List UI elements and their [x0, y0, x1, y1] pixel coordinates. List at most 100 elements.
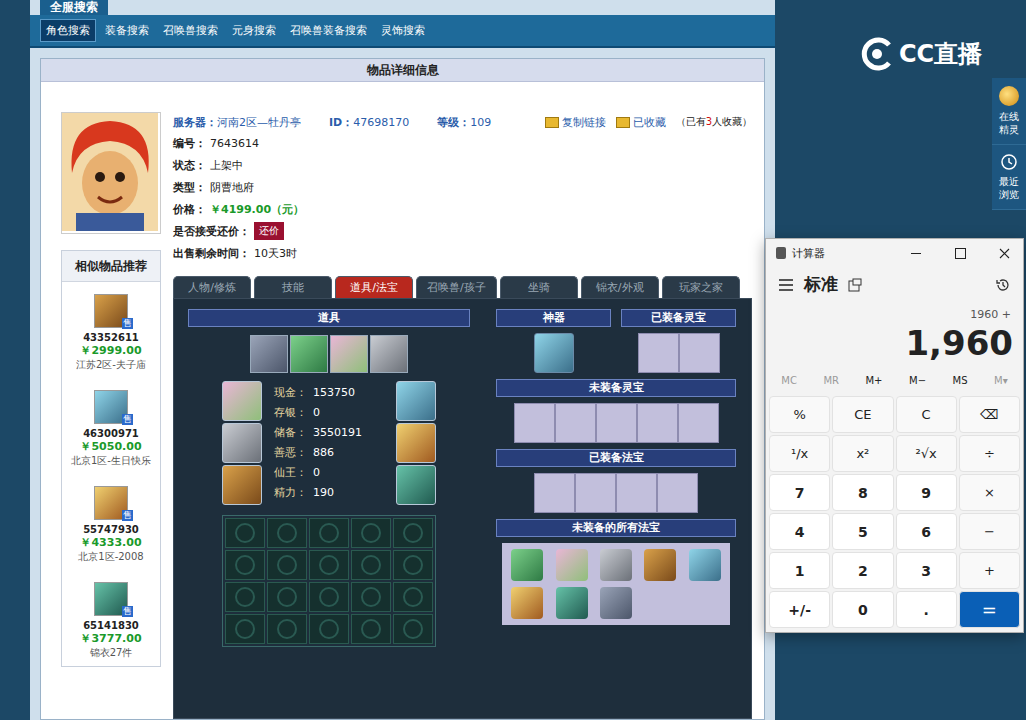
calc-key[interactable]: . — [896, 591, 957, 628]
detail-tab[interactable]: 人物/修炼 — [173, 276, 251, 298]
fabao-slot[interactable] — [534, 473, 575, 513]
calc-key[interactable]: 5 — [832, 513, 893, 550]
fabao-slot[interactable] — [684, 547, 726, 583]
nav-tab[interactable]: 角色搜索 — [40, 19, 96, 42]
lingbao-slot[interactable] — [637, 403, 678, 443]
fabao-slot[interactable] — [639, 547, 681, 583]
detail-tab[interactable]: 坐骑 — [500, 276, 578, 298]
memory-button[interactable]: MS — [953, 375, 968, 386]
equip-slot[interactable] — [396, 465, 436, 505]
calc-key[interactable]: ²√x — [896, 435, 957, 472]
calculator-titlebar[interactable]: 计算器 — [766, 239, 1023, 267]
calc-key[interactable]: % — [769, 396, 830, 433]
bag-slot[interactable] — [351, 582, 391, 612]
bag-slot[interactable] — [393, 550, 433, 580]
nav-tab[interactable]: 召唤兽搜索 — [158, 20, 223, 41]
fabao-slot[interactable] — [506, 547, 548, 583]
calc-key[interactable]: +/- — [769, 591, 830, 628]
bag-slot[interactable] — [309, 582, 349, 612]
side-tool[interactable]: 最近浏览 — [992, 145, 1026, 210]
calc-key[interactable]: 1 — [769, 552, 830, 589]
lingbao-slot[interactable] — [555, 403, 596, 443]
bargain-button[interactable]: 还价 — [254, 222, 284, 240]
menu-icon[interactable] — [778, 278, 794, 292]
equip-slot[interactable] — [222, 465, 262, 505]
calc-key[interactable]: ⌫ — [959, 396, 1020, 433]
calc-key[interactable]: × — [959, 474, 1020, 511]
memory-button[interactable]: MR — [823, 375, 839, 386]
calc-key[interactable]: 7 — [769, 474, 830, 511]
similar-item[interactable]: 售55747930￥4333.00北京1区-2008 — [62, 474, 160, 570]
calc-key[interactable]: C — [896, 396, 957, 433]
fabao-slot[interactable] — [639, 585, 681, 621]
nav-tab[interactable]: 召唤兽装备搜索 — [285, 20, 372, 41]
fabao-slot[interactable] — [616, 473, 657, 513]
equip-slot[interactable] — [222, 423, 262, 463]
similar-item[interactable]: 售65141830￥3777.00锦衣27件 — [62, 570, 160, 666]
calc-key[interactable]: − — [959, 513, 1020, 550]
bag-slot[interactable] — [267, 518, 307, 548]
fabao-slot[interactable] — [550, 547, 592, 583]
calc-key[interactable]: 9 — [896, 474, 957, 511]
equip-slot[interactable] — [396, 423, 436, 463]
memory-button[interactable]: M+ — [865, 375, 882, 386]
fabao-slot[interactable] — [550, 585, 592, 621]
detail-tab[interactable]: 道具/法宝 — [335, 276, 413, 298]
bag-slot[interactable] — [267, 582, 307, 612]
bag-slot[interactable] — [351, 518, 391, 548]
side-tool[interactable]: 在线精灵 — [992, 78, 1026, 145]
bag-slot[interactable] — [393, 582, 433, 612]
artifact-slot[interactable] — [534, 333, 574, 373]
bag-slot[interactable] — [309, 550, 349, 580]
nav-tab[interactable]: 装备搜索 — [100, 20, 154, 41]
bag-slot[interactable] — [309, 614, 349, 644]
equip-slot[interactable] — [396, 381, 436, 421]
memory-button[interactable]: M▾ — [994, 375, 1008, 386]
all-server-search-tab[interactable]: 全服搜索 — [40, 0, 108, 15]
fabao-slot[interactable] — [506, 585, 548, 621]
lingbao-slot[interactable] — [514, 403, 555, 443]
info-link[interactable]: 已收藏 — [616, 115, 666, 130]
bag-slot[interactable] — [351, 550, 391, 580]
fabao-slot[interactable] — [657, 473, 698, 513]
nav-tab[interactable]: 灵饰搜索 — [376, 20, 430, 41]
bag-slot[interactable] — [225, 582, 265, 612]
bag-slot[interactable] — [393, 518, 433, 548]
bag-slot[interactable] — [225, 550, 265, 580]
detail-tab[interactable]: 召唤兽/孩子 — [416, 276, 497, 298]
calc-key[interactable]: 3 — [896, 552, 957, 589]
fabao-slot[interactable] — [595, 547, 637, 583]
fabao-slot[interactable] — [684, 585, 726, 621]
detail-tab[interactable]: 玩家之家 — [662, 276, 740, 298]
calc-key[interactable]: CE — [832, 396, 893, 433]
memory-button[interactable]: M− — [909, 375, 926, 386]
item-slot[interactable] — [290, 335, 328, 373]
equip-slot[interactable] — [222, 381, 262, 421]
maximize-icon[interactable] — [941, 239, 979, 267]
fabao-slot[interactable] — [595, 585, 637, 621]
calc-key[interactable]: ÷ — [959, 435, 1020, 472]
calc-key[interactable]: = — [959, 591, 1020, 628]
detail-tab[interactable]: 技能 — [254, 276, 332, 298]
bag-slot[interactable] — [351, 614, 391, 644]
calc-key[interactable]: 0 — [832, 591, 893, 628]
bag-slot[interactable] — [267, 550, 307, 580]
calc-key[interactable]: + — [959, 552, 1020, 589]
item-slot[interactable] — [330, 335, 368, 373]
close-icon[interactable] — [985, 239, 1023, 267]
lingbao-slot[interactable] — [638, 333, 679, 373]
similar-item[interactable]: 售46300971￥5050.00北京1区-生日快乐 — [62, 378, 160, 474]
fabao-slot[interactable] — [575, 473, 616, 513]
bag-slot[interactable] — [225, 518, 265, 548]
info-link[interactable]: 复制链接 — [545, 115, 606, 130]
bag-slot[interactable] — [309, 518, 349, 548]
lingbao-slot[interactable] — [679, 333, 720, 373]
lingbao-slot[interactable] — [596, 403, 637, 443]
calc-key[interactable]: 8 — [832, 474, 893, 511]
history-icon[interactable] — [995, 277, 1011, 293]
calc-key[interactable]: ¹/x — [769, 435, 830, 472]
item-slot[interactable] — [250, 335, 288, 373]
bag-slot[interactable] — [393, 614, 433, 644]
item-slot[interactable] — [370, 335, 408, 373]
bag-slot[interactable] — [225, 614, 265, 644]
